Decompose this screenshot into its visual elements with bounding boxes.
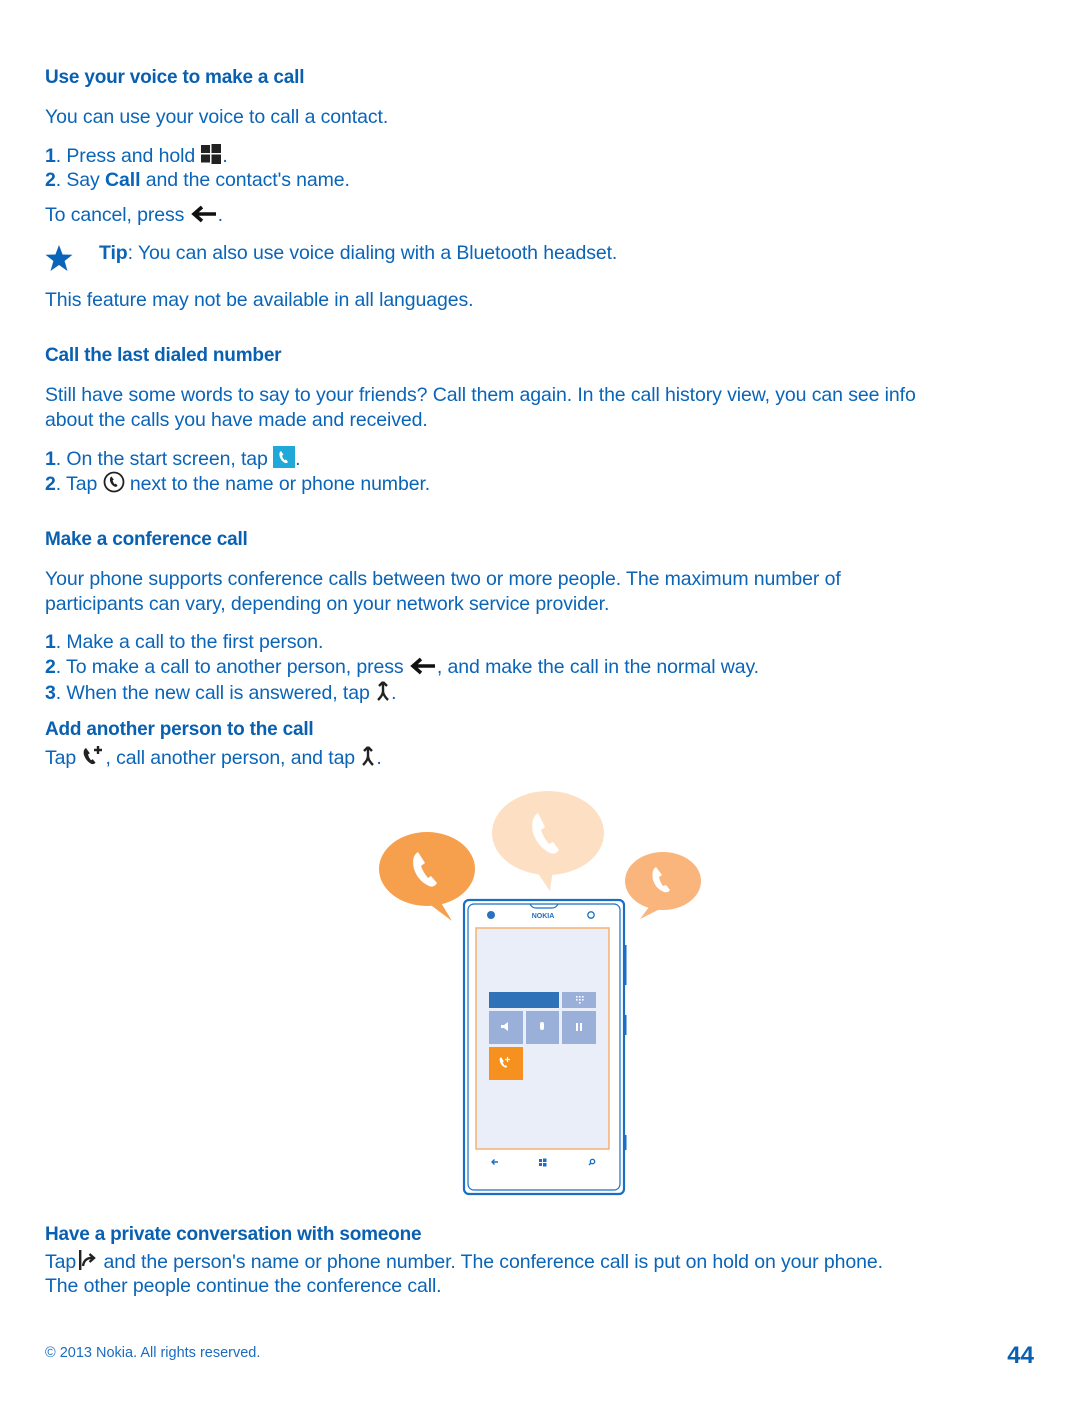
- call-status-tile: [489, 992, 559, 1008]
- step-text: When the new call is answered, tap: [66, 682, 370, 704]
- voice-step-2: 2. Say Call and the contact's name.: [45, 169, 350, 191]
- tip-star-icon: [45, 245, 73, 271]
- last-dialed-intro-1: Still have some words to say to your fri…: [45, 384, 916, 406]
- heading-add-person: Add another person to the call: [45, 719, 314, 740]
- phone-tile-icon: [273, 446, 296, 468]
- speech-bubble-right: [625, 852, 701, 919]
- phone-device: NOKIA: [462, 898, 627, 1196]
- step-text: Tap: [66, 473, 98, 495]
- add-person-text-after: .: [376, 747, 382, 769]
- add-call-icon: [84, 746, 103, 765]
- step-text-after: .: [222, 145, 228, 167]
- last-dialed-intro-2: about the calls you have made and receiv…: [45, 409, 428, 431]
- step-number: 2: [45, 656, 56, 678]
- conference-intro-2: participants can vary, depending on your…: [45, 593, 610, 615]
- step-text-after: and the contact's name.: [145, 169, 350, 191]
- add-person-text: Tap , call another person, and tap .: [45, 745, 382, 771]
- add-call-tile: [489, 1047, 523, 1080]
- back-arrow-icon: [410, 657, 435, 675]
- page-number: 44: [1007, 1342, 1034, 1369]
- conference-call-illustration: NOKIA: [379, 791, 701, 1196]
- language-note: This feature may not be available in all…: [45, 289, 474, 311]
- conference-step-1: 1. Make a call to the first person.: [45, 631, 324, 653]
- step-text-after: next to the name or phone number.: [129, 473, 431, 495]
- step-text-after: , and make the call in the normal way.: [436, 656, 759, 678]
- carrier-logo-icon: [487, 911, 495, 919]
- private-text-before: Tap: [45, 1251, 77, 1273]
- last-dialed-step-1: 1. On the start screen, tap .: [45, 446, 301, 470]
- merge-calls-icon: [377, 681, 389, 701]
- speech-bubble-left: [379, 832, 475, 921]
- add-person-text-before: Tap: [45, 747, 77, 769]
- speech-bubble-center: [492, 791, 604, 891]
- back-arrow-icon: [190, 205, 216, 223]
- private-text-1: Tap and the person's name or phone numbe…: [45, 1249, 883, 1275]
- step-number: 1: [45, 145, 56, 167]
- conference-intro-1: Your phone supports conference calls bet…: [45, 568, 841, 590]
- private-text-2: The other people continue the conference…: [45, 1275, 442, 1297]
- tip-text: Tip: You can also use voice dialing with…: [99, 241, 617, 266]
- call-circle-icon: [103, 471, 124, 493]
- heading-last-dialed: Call the last dialed number: [45, 345, 282, 366]
- step-text: Make a call to the first person.: [66, 631, 324, 653]
- voice-step-1: 1. Press and hold .: [45, 144, 228, 167]
- tip-body: : You can also use voice dialing with a …: [127, 242, 618, 264]
- voice-intro: You can use your voice to call a contact…: [45, 106, 389, 128]
- step-text-after: .: [391, 682, 397, 704]
- step-number: 3: [45, 682, 56, 704]
- last-dialed-step-2: 2. Tap next to the name or phone number.: [45, 471, 431, 495]
- private-text-after: and the person's name or phone number. T…: [103, 1251, 883, 1273]
- hold-tile: [562, 1011, 596, 1044]
- conference-step-3: 3. When the new call is answered, tap .: [45, 681, 397, 704]
- step-number: 2: [45, 473, 56, 495]
- step-text-after: .: [295, 448, 301, 470]
- step-text: To make a call to another person, press: [66, 656, 404, 678]
- phone-brand-label: NOKIA: [532, 913, 555, 920]
- cancel-text: To cancel, press: [45, 204, 185, 226]
- heading-voice-call: Use your voice to make a call: [45, 67, 305, 88]
- heading-private-conversation: Have a private conversation with someone: [45, 1224, 422, 1245]
- windows-start-icon: [201, 144, 222, 164]
- copyright-notice: © 2013 Nokia. All rights reserved.: [45, 1345, 261, 1361]
- step-text: On the start screen, tap: [66, 448, 268, 470]
- private-call-icon: [79, 1250, 96, 1270]
- step-number: 1: [45, 631, 56, 653]
- mute-icon: [540, 1022, 544, 1030]
- merge-calls-icon: [362, 746, 375, 766]
- step-number: 1: [45, 448, 56, 470]
- call-keyword: Call: [105, 169, 141, 191]
- step-number: 2: [45, 169, 56, 191]
- step-text: Press and hold: [66, 145, 196, 167]
- tip-label: Tip: [99, 242, 128, 264]
- heading-conference: Make a conference call: [45, 529, 248, 550]
- cancel-text-after: .: [217, 204, 223, 226]
- conference-step-2: 2. To make a call to another person, pre…: [45, 656, 759, 678]
- step-text: Say: [66, 169, 100, 191]
- add-person-text-middle: , call another person, and tap: [105, 747, 356, 769]
- cancel-instruction: To cancel, press .: [45, 203, 223, 228]
